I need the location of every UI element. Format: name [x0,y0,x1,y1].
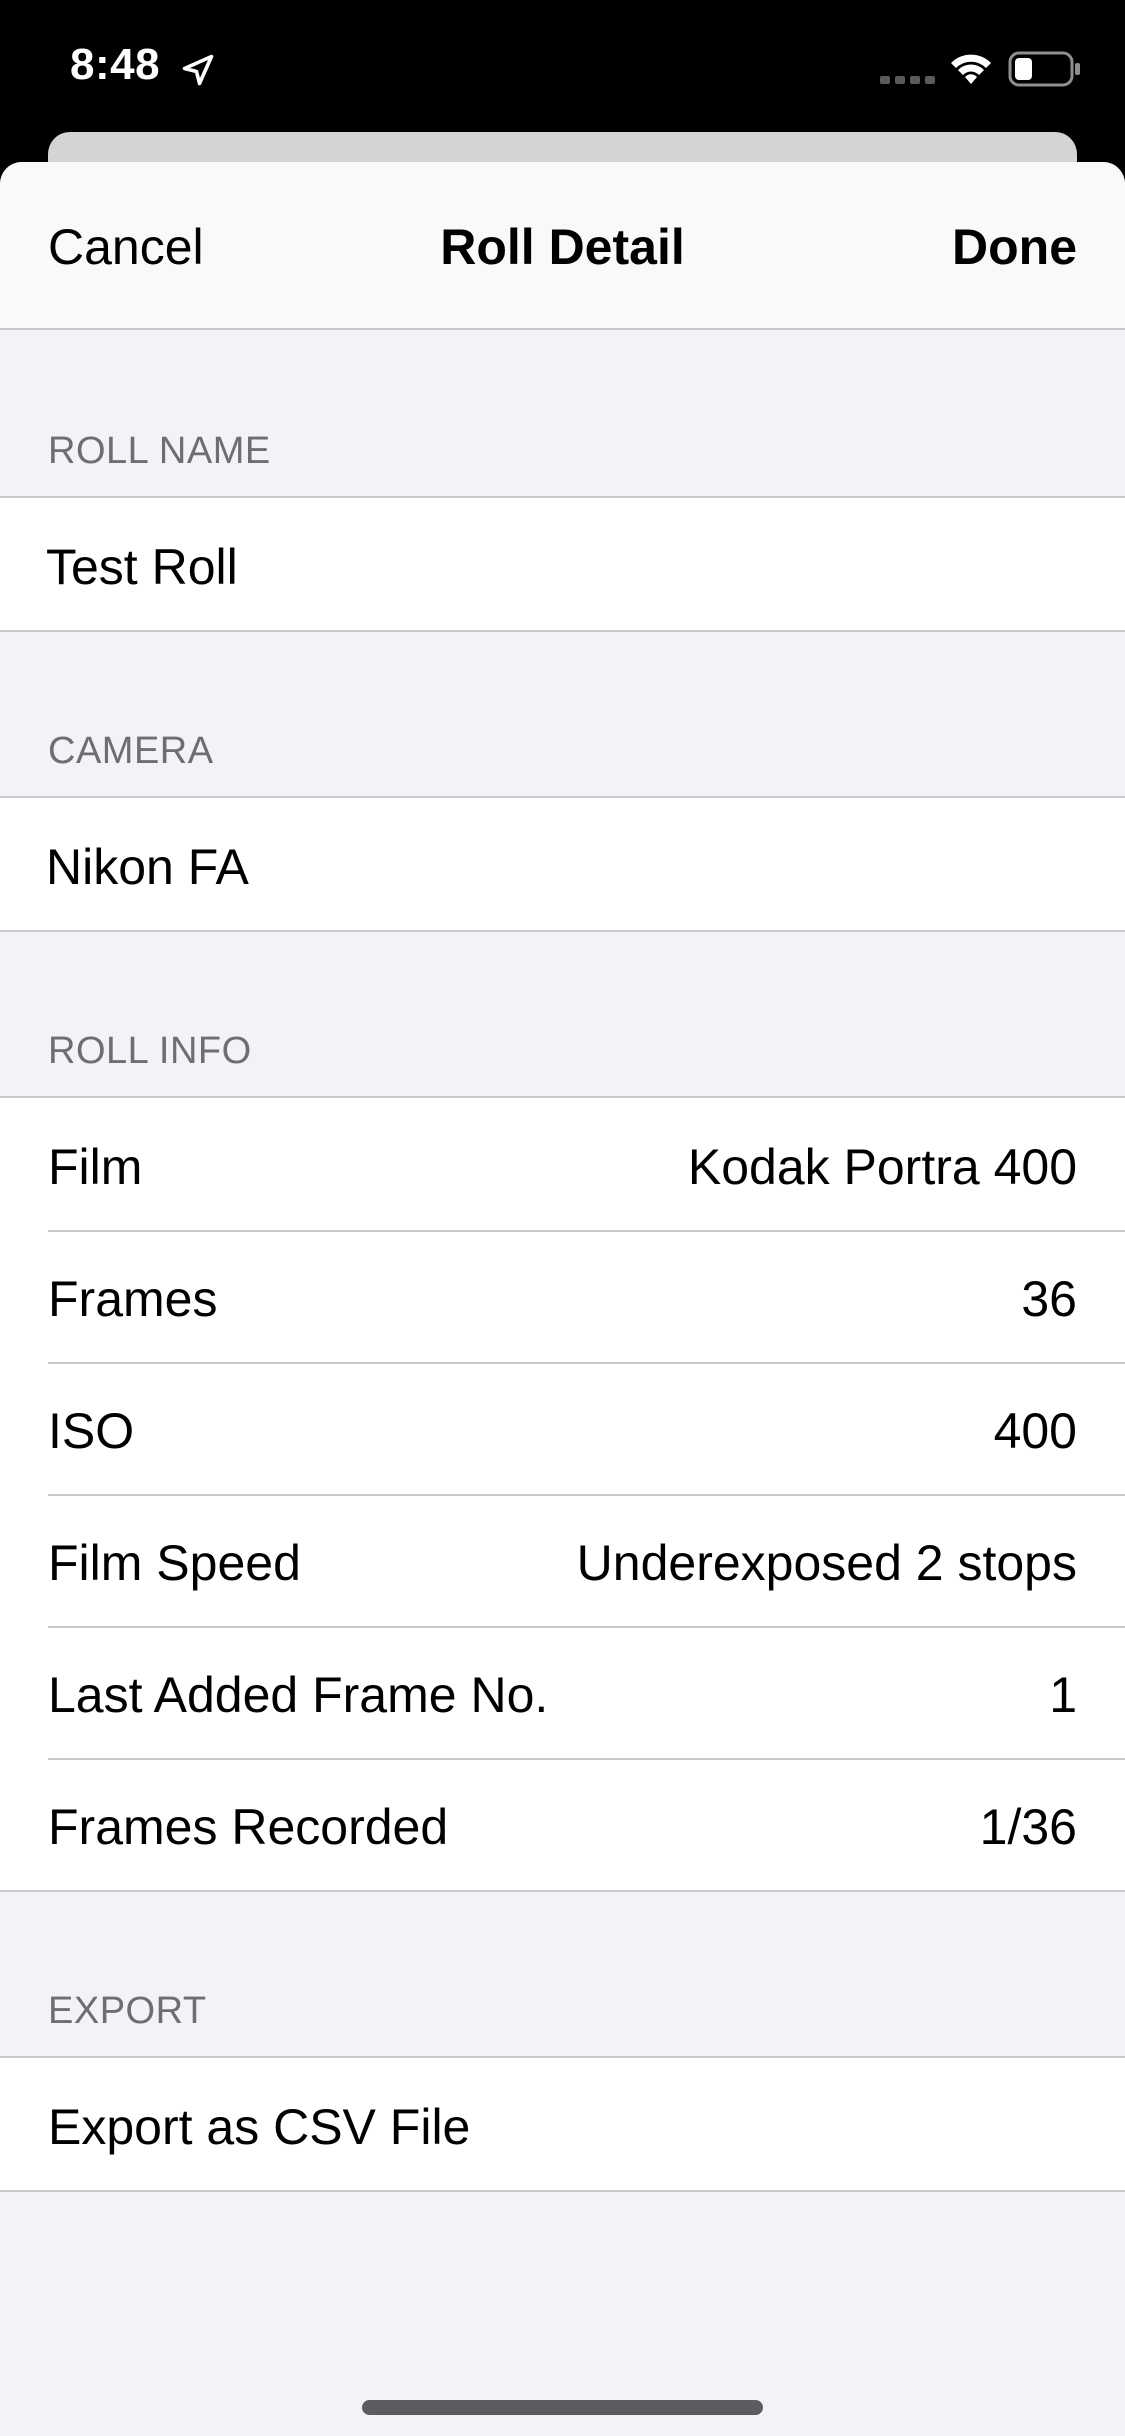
cancel-button[interactable]: Cancel [48,218,204,276]
export-group: Export as CSV File [0,2056,1125,2192]
screen: 8:48 Cancel Roll Detail Done ROLL NAME T… [0,0,1125,2436]
frames-recorded-value: 1/36 [979,1799,1077,1855]
last-added-frame-row[interactable]: Last Added Frame No. 1 [0,1626,1125,1758]
status-time: 8:48 [70,40,161,89]
section-header-roll-name: ROLL NAME [48,430,271,472]
iso-value: 400 [993,1403,1077,1459]
camera-field[interactable]: Nikon FA [46,838,249,896]
camera-cell[interactable]: Nikon FA [0,798,1125,930]
battery-icon [1008,51,1080,87]
film-speed-row[interactable]: Film Speed Underexposed 2 stops [0,1494,1125,1626]
film-speed-label: Film Speed [48,1535,301,1591]
navigation-bar: Cancel Roll Detail Done [0,162,1125,330]
frames-recorded-label: Frames Recorded [48,1799,449,1855]
frames-label: Frames [48,1271,218,1327]
last-added-frame-label: Last Added Frame No. [48,1667,549,1723]
frames-value: 36 [1021,1271,1077,1327]
iso-row[interactable]: ISO 400 [0,1362,1125,1494]
frames-row[interactable]: Frames 36 [0,1230,1125,1362]
film-row[interactable]: Film Kodak Portra 400 [0,1098,1125,1230]
export-csv-button[interactable]: Export as CSV File [0,2058,1125,2190]
film-label: Film [48,1139,143,1195]
home-indicator[interactable] [362,2400,763,2415]
roll-detail-sheet: Cancel Roll Detail Done ROLL NAME Test R… [0,162,1125,2436]
export-csv-label: Export as CSV File [48,2099,471,2155]
roll-info-group: Film Kodak Portra 400 Frames 36 ISO 400 … [0,1096,1125,1892]
section-header-camera: CAMERA [48,730,214,772]
roll-name-field[interactable]: Test Roll [46,538,238,596]
section-header-export: EXPORT [48,1990,207,2032]
camera-group: Nikon FA [0,796,1125,932]
wifi-icon [951,54,991,84]
film-value: Kodak Portra 400 [687,1139,1077,1195]
iso-label: ISO [48,1403,135,1459]
status-bar: 8:48 [0,0,1125,135]
cellular-signal-icon [880,76,935,84]
section-header-roll-info: ROLL INFO [48,1030,252,1072]
roll-name-cell[interactable]: Test Roll [0,498,1125,630]
location-arrow-icon [182,54,214,86]
film-speed-value: Underexposed 2 stops [576,1535,1077,1591]
frames-recorded-row[interactable]: Frames Recorded 1/36 [0,1758,1125,1890]
roll-name-group: Test Roll [0,496,1125,632]
last-added-frame-value: 1 [1049,1667,1077,1723]
done-button[interactable]: Done [952,218,1077,276]
